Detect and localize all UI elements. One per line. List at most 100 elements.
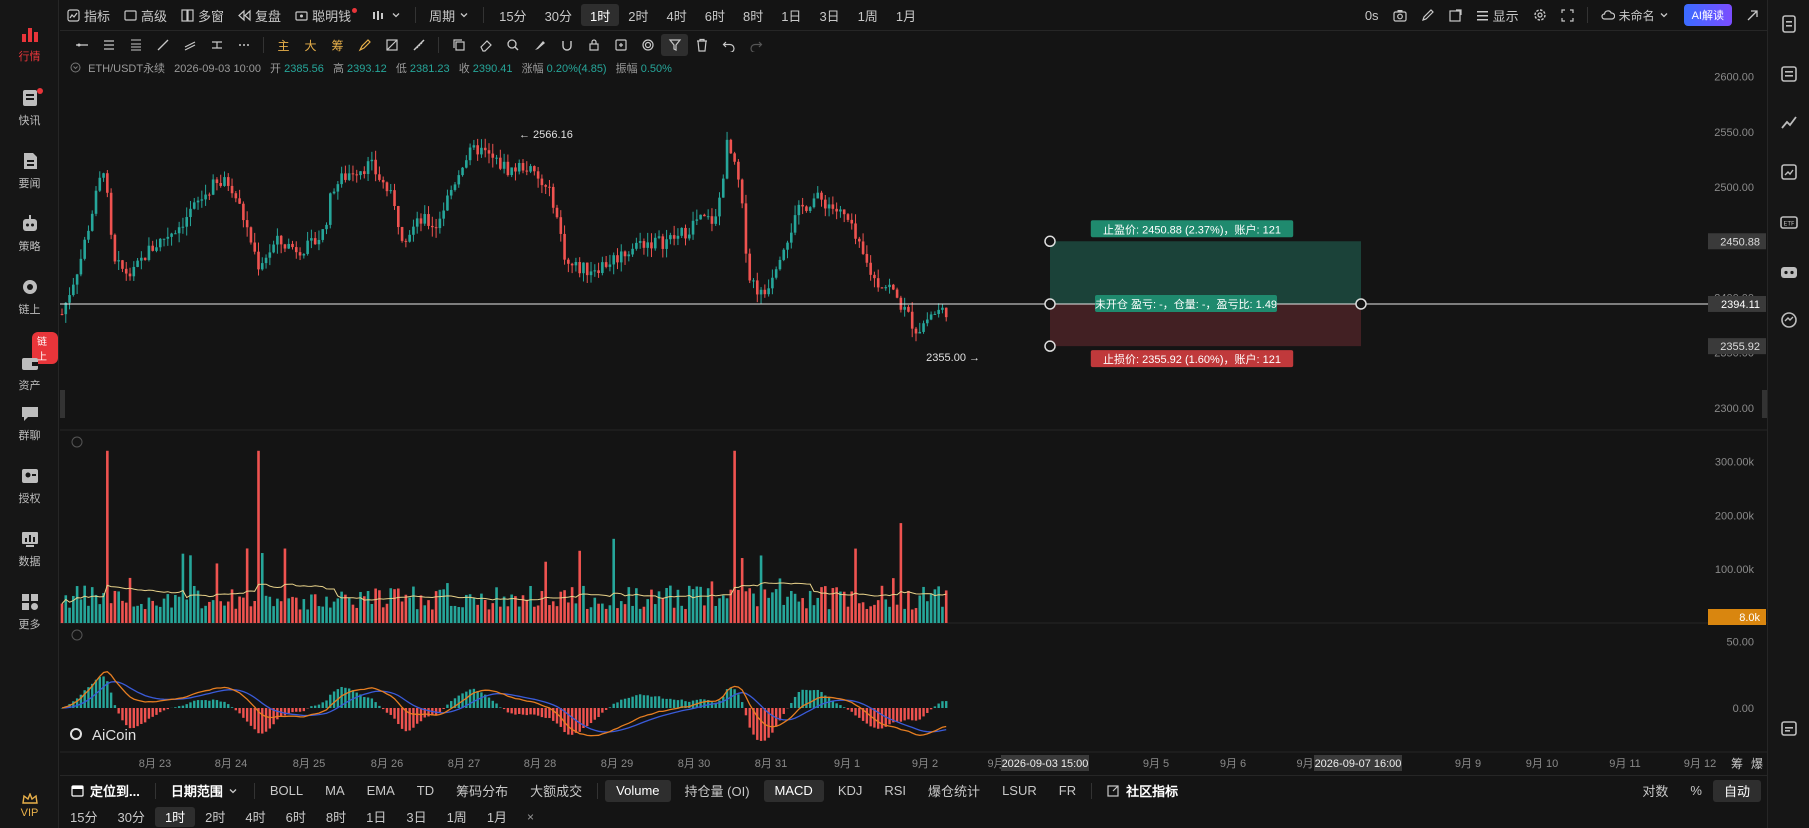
close-period-row-button[interactable]: × [517,805,544,828]
volume-bar [650,589,653,623]
bottom-period-tab[interactable]: 1时 [154,806,196,827]
sidebar-item-strategy[interactable]: 策略 [0,206,59,262]
collapse-circle-icon[interactable] [70,62,81,73]
sidebar-item-headlines[interactable]: 要闻 [0,143,59,199]
main-indicator-tab[interactable]: BOLL [259,776,314,806]
position-status-label: 未开仓 盈亏: -，仓量: -，盈亏比: 1.49 [1095,297,1277,311]
candle-body [918,331,922,334]
x-axis-label: 9月 11 [1609,758,1641,770]
volume-bar [873,604,876,623]
volume-bar [548,605,551,623]
price-axis-label: 2500.00 [1714,182,1754,194]
position-handle [1044,235,1056,248]
auto-scale-toggle[interactable]: 自动 [1712,779,1761,802]
macd-histogram-bar [287,708,290,714]
main-indicator-tab[interactable]: MA [314,776,356,806]
indicator-bar: 定位到... 日期范围 BOLL MA EMA TD 筹码分布 大额成交 Volume 持仓… [60,775,1767,805]
volume-bar [533,606,536,623]
bottom-period-tab[interactable]: 1周 [437,805,477,828]
bottom-period-tab[interactable]: 2时 [195,805,235,828]
bottom-period-tab[interactable]: 30分 [107,805,154,828]
bot-icon[interactable] [1779,262,1799,282]
log-scale-toggle[interactable]: 对数 [1631,776,1679,806]
sidebar-item-onchain[interactable]: 链上 [0,269,59,325]
volume-bar [287,598,291,623]
sidebar-item-group-chat[interactable]: 群聊 [0,395,59,451]
volume-bar [174,595,177,623]
sidebar-item-authorize[interactable]: 授权 [0,458,59,514]
signal-icon[interactable] [1779,310,1799,330]
calendar-icon[interactable] [1779,718,1799,738]
sub-indicator-tab[interactable]: FR [1048,776,1087,806]
candle-body [604,262,608,267]
macd-histogram-bar [174,707,177,708]
bottom-period-tab[interactable]: 3日 [396,805,436,828]
volume-bar [653,604,657,623]
sub-indicator-tab[interactable]: RSI [873,776,917,806]
main-indicator-tab[interactable]: 大额成交 [519,776,593,806]
candle-body [499,157,502,169]
main-indicator-tab[interactable]: TD [406,776,445,806]
percent-scale-toggle[interactable]: % [1679,776,1713,806]
main-indicator-tab[interactable]: 筹码分布 [445,776,519,806]
etf-icon[interactable]: ETF [1779,212,1799,232]
volume-bar [434,591,438,623]
sub-indicator-tab[interactable]: KDJ [827,776,874,806]
volume-bar [238,596,241,623]
macd-histogram-bar [491,700,494,708]
candle-body [914,328,918,334]
volume-bar [124,602,128,623]
macd-histogram-bar [733,689,736,708]
sub-indicator-tab[interactable]: MACD [763,779,824,802]
orders-list-icon[interactable] [1779,14,1799,34]
vip-link[interactable]: VIP [0,793,59,819]
candle-body [669,235,672,240]
candle-body [79,258,83,275]
sub-indicator-tab[interactable]: Volume [605,779,671,802]
volume-bar [495,587,498,623]
candle-body [276,235,279,245]
bottom-period-tab[interactable]: 1月 [477,805,517,828]
candle-body [147,245,151,260]
sidebar-item-news-flash[interactable]: 快讯 [0,80,59,136]
price-chart[interactable]: AiCoin ← 2566.16 2355.00 → 止盈价: 2450.88 (2.… [60,0,1767,828]
volume-bar [393,589,396,623]
community-indicators-button[interactable]: 社区指标 [1096,776,1189,806]
bottom-period-tab[interactable]: 1日 [356,805,396,828]
candle-body [627,254,631,257]
bottom-period-tab[interactable]: 15分 [60,805,107,828]
volume-bar [778,578,782,623]
sidebar-item-more[interactable]: 更多 [0,584,59,640]
candle-body [725,139,729,179]
macd-histogram-bar [291,708,294,713]
macd-histogram-bar [601,708,604,713]
sub-indicator-tab[interactable]: 爆仓统计 [917,776,991,806]
main-indicator-tab[interactable]: EMA [356,776,406,806]
volume-bar [166,594,170,623]
bottom-period-tab[interactable]: 4时 [235,805,275,828]
sidebar-item-data[interactable]: 数据 [0,521,59,577]
volume-bar [733,450,736,623]
locate-to-button[interactable]: 定位到... [60,776,151,806]
sub-indicator-tab[interactable]: LSUR [991,776,1048,806]
volume-bar [177,596,181,623]
candle-body [789,232,793,243]
bottom-period-tab[interactable]: 8时 [316,805,356,828]
volume-bar [899,523,903,623]
macd-histogram-bar [748,708,751,728]
macd-histogram-bar [827,697,831,708]
sidebar-item-market[interactable]: 行情 [0,16,59,72]
bottom-period-tabs: 15分 30分 1时 2时 4时 6时 8时 1日 3日 1周 1月 [60,805,517,828]
sidebar-item-assets[interactable]: 资产 [0,345,59,401]
bottom-period-tab[interactable]: 6时 [276,805,316,828]
volume-bar [298,609,302,623]
candle-body [242,203,245,221]
date-range-dropdown[interactable]: 日期范围 [160,776,250,806]
candle-body [94,190,98,214]
trend-icon[interactable] [1779,112,1799,132]
volume-bar [132,606,136,623]
market-depth-icon[interactable] [1779,162,1799,182]
watchlist-icon[interactable] [1779,64,1799,84]
sub-indicator-tab[interactable]: 持仓量 (OI) [674,776,761,806]
wallet-asset-icon [21,358,38,370]
